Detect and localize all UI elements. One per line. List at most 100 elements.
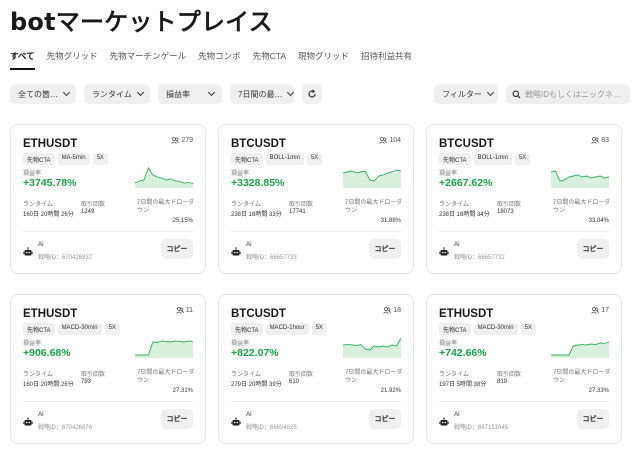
pnl-sparkline [551, 341, 609, 358]
leverage-tag: 5X [92, 153, 108, 165]
roi-value: +906.68% [23, 347, 71, 359]
users-icon [591, 307, 600, 314]
tab-futures-combo[interactable]: 先物コンボ [198, 50, 241, 70]
bot-card[interactable]: ETHUSDT 17 先物CTA MACD-30min 5X 損益率 +742.… [426, 294, 622, 444]
runtime-value: 197日 5時間 38分 [439, 382, 487, 388]
roi-value: +822.07% [231, 347, 279, 359]
trades-value: 1249 [81, 209, 95, 215]
drawdown-value: 31.88% [380, 218, 401, 224]
copy-button[interactable]: コピー [161, 409, 193, 429]
bot-card[interactable]: BTCUSDT 83 先物CTA BOLL-1min 5X 損益率 +2667.… [426, 124, 622, 274]
roi-value: +742.66% [439, 347, 487, 359]
card-divider [439, 231, 609, 232]
tab-all[interactable]: すべて [10, 50, 35, 70]
strategy-id: 戦略ID：670426937 [38, 255, 93, 261]
copy-button[interactable]: コピー [577, 239, 609, 259]
sparkline-area [135, 341, 193, 358]
users-count-value: 83 [601, 137, 609, 144]
tab-futures-grid[interactable]: 先物グリッド [47, 50, 98, 70]
drawdown-value: 27.33% [588, 388, 609, 394]
sparkline-area [135, 168, 193, 188]
trading-pair: BTCUSDT [231, 308, 286, 320]
leverage-tag: 5X [311, 323, 327, 335]
roi-select[interactable]: 損益率 [158, 84, 222, 104]
chevron-down-icon [287, 88, 294, 97]
strategy-tags: 先物CTA MACD-1hour 5X [231, 323, 327, 335]
drawdown-select[interactable]: 7日間の最… [230, 84, 294, 104]
strategy-id: 戦略ID：66657733 [246, 255, 297, 261]
strategy-tags: 先物CTA MACD-30min 5X [23, 323, 120, 335]
strategy-tags: 先物CTA BOLL-1min 5X [439, 153, 531, 165]
roi-label: 損益率 [231, 341, 250, 347]
bot-card[interactable]: BTCUSDT 104 先物CTA BOLL-1min 5X 損益率 +3328… [218, 124, 414, 274]
bot-card[interactable]: ETHUSDT 11 先物CTA MACD-30min 5X 損益率 +906.… [10, 294, 206, 444]
ai-label: AI [38, 412, 44, 418]
tab-spot-grid[interactable]: 現物グリッド [298, 50, 349, 70]
copy-users-count: 104 [379, 137, 401, 144]
tab-futures-martingale[interactable]: 先物マーチンゲール [110, 50, 187, 70]
copy-button[interactable]: コピー [369, 409, 401, 429]
search-input[interactable] [525, 89, 629, 99]
filter-select[interactable]: フィルター [434, 84, 498, 104]
card-divider [23, 401, 193, 402]
drawdown-select-label: 7日間の最… [238, 89, 283, 99]
chevron-down-icon [62, 88, 71, 97]
roi-value: +2667.62% [439, 177, 493, 189]
runtime-label: ランタイム [231, 372, 261, 378]
roi-label: 損益率 [23, 341, 42, 347]
leverage-tag: 5X [520, 323, 536, 335]
tab-futures-cta[interactable]: 先物CTA [253, 50, 286, 70]
tab-invite-profit-share[interactable]: 招待利益共有 [361, 50, 412, 70]
drawdown-value: 25.15% [172, 218, 193, 224]
type-select[interactable]: 全ての箇… [10, 84, 76, 104]
strategy-tags: 先物CTA BOLL-1min 5X [231, 153, 323, 165]
robot-icon [231, 417, 241, 426]
runtime-label: ランタイム [439, 372, 469, 378]
strategy-type-tag: 先物CTA [439, 153, 471, 165]
copy-button[interactable]: コピー [369, 239, 401, 259]
drawdown-label: 7日間の最大ドローダウン [345, 370, 403, 384]
copy-button[interactable]: コピー [577, 409, 609, 429]
robot-icon [231, 247, 241, 256]
pnl-sparkline [135, 166, 193, 188]
card-divider [23, 231, 193, 232]
type-select-label: 全ての箇… [18, 89, 58, 99]
strategy-type-tag: 先物CTA [439, 323, 471, 335]
roi-label: 損益率 [231, 171, 250, 177]
indicator-tag: MACD-30min [57, 323, 102, 335]
strategy-type-tag: 先物CTA [231, 153, 263, 165]
trades-value: 819 [497, 379, 508, 385]
refresh-button[interactable] [302, 84, 322, 104]
chevron-down-icon [207, 88, 216, 97]
trades-label: 取引回数 [81, 372, 106, 378]
strategy-tags: 先物CTA MA-5min 5X [23, 153, 108, 165]
users-count-value: 104 [389, 137, 401, 144]
bot-card[interactable]: ETHUSDT 279 先物CTA MA-5min 5X 損益率 +3745.7… [10, 124, 206, 274]
drawdown-value: 27.31% [172, 388, 193, 394]
users-count-value: 11 [185, 307, 193, 314]
indicator-tag: BOLL-1min [265, 153, 304, 165]
chevron-down-icon [486, 88, 494, 97]
copy-users-count: 18 [383, 307, 401, 314]
pnl-sparkline [343, 337, 401, 358]
roi-select-label: 損益率 [166, 89, 190, 99]
copy-button[interactable]: コピー [161, 239, 193, 259]
runtime-label: ランタイム [231, 202, 261, 208]
runtime-value: 160日 20時間 26分 [23, 382, 74, 388]
indicator-tag: BOLL-1min [473, 153, 512, 165]
ai-label: AI [38, 242, 44, 248]
runtime-label: ランタイム [23, 202, 53, 208]
card-divider [231, 231, 401, 232]
trades-label: 取引回数 [289, 202, 314, 208]
strategy-id: 戦略ID：66657732 [454, 255, 505, 261]
bot-card[interactable]: BTCUSDT 18 先物CTA MACD-1hour 5X 損益率 +822.… [218, 294, 414, 444]
ai-label: AI [246, 242, 252, 248]
card-divider [231, 401, 401, 402]
trading-pair: ETHUSDT [23, 308, 78, 320]
trades-label: 取引回数 [497, 372, 522, 378]
category-tabs: すべて 先物グリッド 先物マーチンゲール 先物コンボ 先物CTA 現物グリッド … [10, 50, 412, 70]
robot-icon [439, 417, 449, 426]
roi-value: +3328.85% [231, 177, 285, 189]
runtime-select[interactable]: ランタイム [84, 84, 150, 104]
strategy-id: 戦略ID：670426876 [38, 425, 93, 431]
